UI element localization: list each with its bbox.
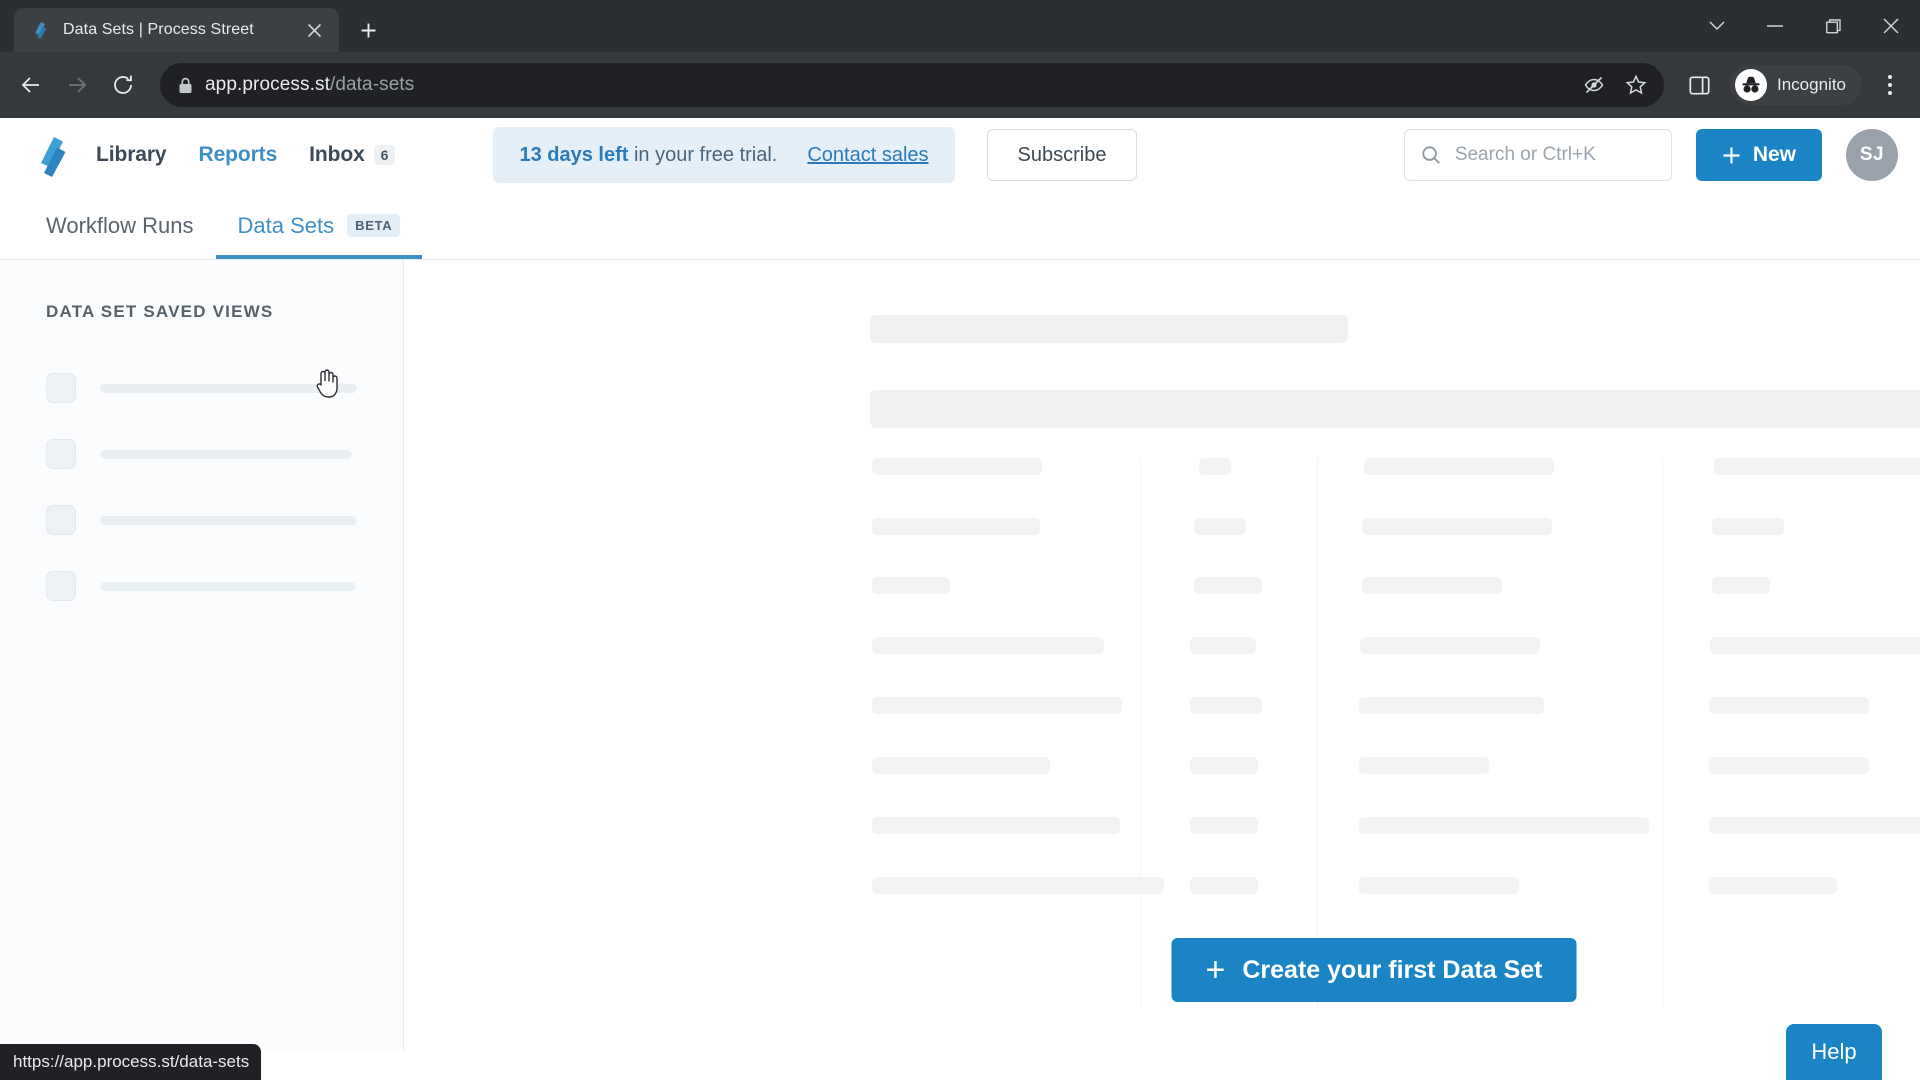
application-root: Library Reports Inbox 6 13 days left in … bbox=[0, 118, 1920, 1080]
tab-workflow-runs[interactable]: Workflow Runs bbox=[24, 192, 216, 259]
new-button-label: New bbox=[1752, 143, 1796, 166]
saved-view-skeleton-row bbox=[46, 487, 357, 553]
main-navigation: Library Reports Inbox 6 bbox=[96, 143, 396, 167]
create-first-data-set-label: Create your first Data Set bbox=[1242, 955, 1543, 984]
search-icon bbox=[1421, 145, 1441, 165]
trial-days-text: 13 days left in your free trial. bbox=[519, 143, 778, 166]
restore-icon[interactable] bbox=[1804, 0, 1862, 52]
reload-icon[interactable] bbox=[102, 64, 144, 106]
tab-workflow-runs-label: Workflow Runs bbox=[46, 212, 194, 238]
profile-incognito-button[interactable]: Incognito bbox=[1730, 65, 1862, 105]
header-right-group: Search or Ctrl+K New SJ bbox=[1403, 129, 1898, 181]
free-trial-banner: 13 days left in your free trial. Contact… bbox=[493, 127, 955, 183]
lock-icon bbox=[178, 77, 193, 94]
plus-icon bbox=[1722, 146, 1741, 165]
close-icon[interactable] bbox=[1862, 0, 1920, 52]
process-street-logo-icon bbox=[30, 20, 50, 40]
create-first-data-set-button[interactable]: + Create your first Data Set bbox=[1171, 938, 1577, 1002]
new-tab-button[interactable] bbox=[351, 13, 385, 47]
browser-tab[interactable]: Data Sets | Process Street bbox=[14, 8, 339, 52]
search-input[interactable]: Search or Ctrl+K bbox=[1403, 129, 1672, 181]
nav-link-inbox[interactable]: Inbox 6 bbox=[309, 143, 396, 167]
saved-view-icon-placeholder bbox=[46, 505, 76, 535]
saved-view-icon-placeholder bbox=[46, 439, 76, 469]
saved-view-icon-placeholder bbox=[46, 373, 76, 403]
side-panel-icon[interactable] bbox=[1678, 64, 1720, 106]
link-status-url: https://app.process.st/data-sets bbox=[13, 1052, 250, 1071]
nav-link-inbox-label: Inbox bbox=[309, 143, 365, 166]
workspace-tabs: Workflow Runs Data Sets BETA bbox=[0, 192, 1920, 260]
browser-window: Data Sets | Process Street app.process.s… bbox=[0, 0, 1920, 1080]
nav-link-library[interactable]: Library bbox=[96, 143, 167, 167]
address-bar-actions bbox=[1574, 65, 1656, 105]
saved-view-text-placeholder bbox=[100, 449, 352, 459]
user-avatar[interactable]: SJ bbox=[1846, 129, 1898, 181]
star-icon[interactable] bbox=[1616, 65, 1656, 105]
saved-view-skeleton-row bbox=[46, 355, 357, 421]
saved-view-text-placeholder bbox=[100, 581, 356, 591]
window-controls bbox=[1688, 0, 1920, 52]
address-bar-url: app.process.st/data-sets bbox=[205, 74, 415, 95]
saved-view-text-placeholder bbox=[100, 515, 357, 525]
beta-badge: BETA bbox=[347, 214, 401, 237]
subscribe-button[interactable]: Subscribe bbox=[986, 129, 1138, 181]
toolbar-skeleton bbox=[870, 390, 1920, 428]
contact-sales-link[interactable]: Contact sales bbox=[807, 144, 928, 167]
new-button[interactable]: New bbox=[1695, 129, 1822, 181]
kebab-menu-icon[interactable] bbox=[1870, 63, 1910, 107]
browser-tab-title: Data Sets | Process Street bbox=[63, 21, 254, 38]
saved-view-skeleton-row bbox=[46, 553, 357, 619]
sidebar-title: DATA SET SAVED VIEWS bbox=[46, 302, 274, 321]
chevron-down-icon[interactable] bbox=[1688, 0, 1746, 52]
plus-icon: + bbox=[1205, 951, 1226, 989]
nav-link-reports[interactable]: Reports bbox=[199, 143, 278, 167]
address-bar[interactable]: app.process.st/data-sets bbox=[160, 63, 1664, 107]
process-street-logo-icon[interactable] bbox=[30, 133, 74, 177]
saved-views-sidebar: DATA SET SAVED VIEWS bbox=[0, 260, 404, 1050]
browser-tab-strip: Data Sets | Process Street bbox=[0, 0, 1920, 52]
link-status-bar: https://app.process.st/data-sets bbox=[0, 1044, 262, 1080]
title-skeleton bbox=[870, 315, 1348, 343]
incognito-icon bbox=[1735, 69, 1767, 101]
search-placeholder: Search or Ctrl+K bbox=[1454, 144, 1596, 165]
table-skeleton bbox=[854, 458, 1920, 1008]
inbox-count-badge: 6 bbox=[373, 145, 396, 165]
close-icon[interactable] bbox=[301, 17, 327, 43]
saved-view-icon-placeholder bbox=[46, 571, 76, 601]
mouse-cursor-pointer-icon bbox=[313, 366, 339, 403]
saved-view-skeleton-row bbox=[46, 421, 357, 487]
help-button[interactable]: Help bbox=[1786, 1024, 1882, 1080]
forward-arrow-icon[interactable] bbox=[56, 64, 98, 106]
profile-label: Incognito bbox=[1777, 75, 1846, 94]
app-header: Library Reports Inbox 6 13 days left in … bbox=[0, 118, 1920, 192]
data-sets-main-area: + Create your first Data Set bbox=[404, 260, 1920, 1050]
tab-data-sets-label: Data Sets bbox=[237, 212, 335, 238]
browser-toolbar: app.process.st/data-sets Incognito bbox=[0, 52, 1920, 118]
eye-slash-icon[interactable] bbox=[1574, 65, 1614, 105]
back-arrow-icon[interactable] bbox=[10, 64, 52, 106]
tab-data-sets[interactable]: Data Sets BETA bbox=[215, 192, 423, 259]
page-body: DATA SET SAVED VIEWS + Create your first… bbox=[0, 260, 1920, 1050]
minimize-icon[interactable] bbox=[1746, 0, 1804, 52]
